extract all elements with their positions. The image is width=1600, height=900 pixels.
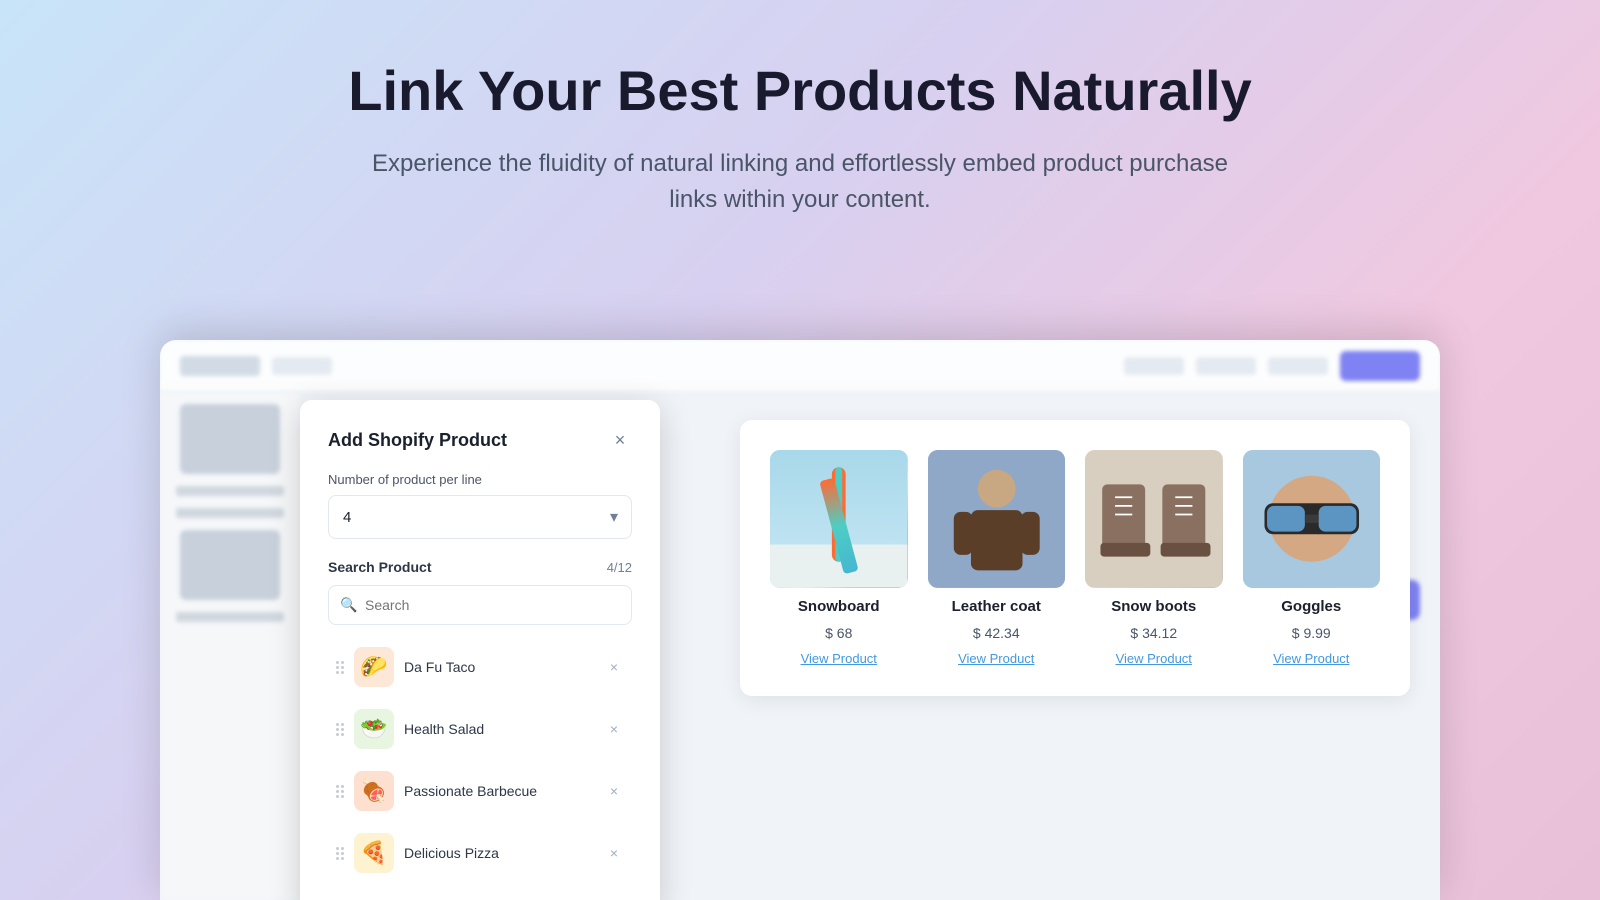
- modal-header: Add Shopify Product ×: [328, 428, 632, 452]
- search-product-label: Search Product: [328, 559, 431, 575]
- product-card-name: Snowboard: [798, 598, 880, 615]
- drag-handle-icon: [336, 661, 344, 674]
- products-per-line-select[interactable]: 1 2 3 4 5 6: [328, 495, 632, 539]
- product-name: Da Fu Taco: [404, 659, 594, 675]
- products-per-line-select-wrapper: 1 2 3 4 5 6 ▾: [328, 495, 632, 539]
- list-item[interactable]: 🥗 Health Salad ×: [328, 699, 632, 759]
- product-card: Snowboard $ 68 View Product: [770, 450, 908, 666]
- list-item[interactable]: 🍖 Passionate Barbecue ×: [328, 761, 632, 821]
- search-icon: 🔍: [340, 597, 357, 614]
- product-name: Health Salad: [404, 721, 594, 737]
- top-bar-publish-button[interactable]: [1340, 351, 1420, 381]
- product-preview-panel: Snowboard $ 68 View Product Leather: [740, 420, 1410, 696]
- top-bar-brand: [180, 356, 260, 376]
- product-view-link[interactable]: View Product: [1116, 651, 1192, 666]
- product-name: Passionate Barbecue: [404, 783, 594, 799]
- drag-handle-icon: [336, 847, 344, 860]
- product-remove-button[interactable]: ×: [604, 843, 624, 863]
- product-thumbnail: 🥗: [354, 709, 394, 749]
- modal-dialog: Add Shopify Product × Number of product …: [300, 400, 660, 900]
- top-bar-item-1: [272, 357, 332, 375]
- product-card-price: $ 9.99: [1292, 625, 1331, 641]
- product-card-name: Goggles: [1281, 598, 1341, 615]
- product-card-name: Snow boots: [1111, 598, 1196, 615]
- product-thumbnail: 🍕: [354, 833, 394, 873]
- modal-title: Add Shopify Product: [328, 430, 507, 451]
- blurred-image-1: [180, 404, 280, 474]
- hero-section: Link Your Best Products Naturally Experi…: [0, 0, 1600, 258]
- hero-subtitle: Experience the fluidity of natural linki…: [350, 146, 1250, 218]
- blurred-side-panel: [160, 392, 300, 900]
- product-card-price: $ 42.34: [973, 625, 1020, 641]
- list-item[interactable]: 🌮 Da Fu Taco ×: [328, 637, 632, 697]
- product-view-link[interactable]: View Product: [801, 651, 877, 666]
- hero-title: Link Your Best Products Naturally: [20, 60, 1580, 122]
- blurred-image-2: [180, 530, 280, 600]
- product-per-line-label: Number of product per line: [328, 472, 632, 487]
- product-view-link[interactable]: View Product: [958, 651, 1034, 666]
- modal-close-button[interactable]: ×: [608, 428, 632, 452]
- search-product-header: Search Product 4/12: [328, 559, 632, 575]
- drag-handle-icon: [336, 785, 344, 798]
- top-bar-item-3: [1196, 357, 1256, 375]
- product-name: Delicious Pizza: [404, 845, 594, 861]
- product-card-image-snowboard: [770, 450, 908, 588]
- top-bar-item-4: [1268, 357, 1328, 375]
- product-view-link[interactable]: View Product: [1273, 651, 1349, 666]
- product-card-image-boots: [1085, 450, 1223, 588]
- blurred-line-1: [176, 486, 284, 496]
- main-ui-container: Add Shopify Product × Number of product …: [160, 340, 1440, 900]
- search-input-wrapper: 🔍: [328, 585, 632, 625]
- product-remove-button[interactable]: ×: [604, 657, 624, 677]
- product-card-image-leather: [928, 450, 1066, 588]
- product-remove-button[interactable]: ×: [604, 781, 624, 801]
- product-card: Snow boots $ 34.12 View Product: [1085, 450, 1223, 666]
- search-product-count: 4/12: [607, 560, 632, 575]
- product-card-price: $ 68: [825, 625, 852, 641]
- product-list: 🌮 Da Fu Taco × 🥗 Health Salad ×: [328, 637, 632, 883]
- search-input[interactable]: [328, 585, 632, 625]
- drag-handle-icon: [336, 723, 344, 736]
- product-remove-button[interactable]: ×: [604, 719, 624, 739]
- top-bar: [160, 340, 1440, 392]
- blurred-line-2: [176, 508, 284, 518]
- product-grid: Snowboard $ 68 View Product Leather: [770, 450, 1380, 666]
- blurred-line-3: [176, 612, 284, 622]
- product-card: Leather coat $ 42.34 View Product: [928, 450, 1066, 666]
- product-thumbnail: 🌮: [354, 647, 394, 687]
- product-thumbnail: 🍖: [354, 771, 394, 811]
- list-item[interactable]: 🍕 Delicious Pizza ×: [328, 823, 632, 883]
- product-card: Goggles $ 9.99 View Product: [1243, 450, 1381, 666]
- top-bar-item-2: [1124, 357, 1184, 375]
- product-card-price: $ 34.12: [1130, 625, 1177, 641]
- product-card-name: Leather coat: [952, 598, 1041, 615]
- product-card-image-goggles: [1243, 450, 1381, 588]
